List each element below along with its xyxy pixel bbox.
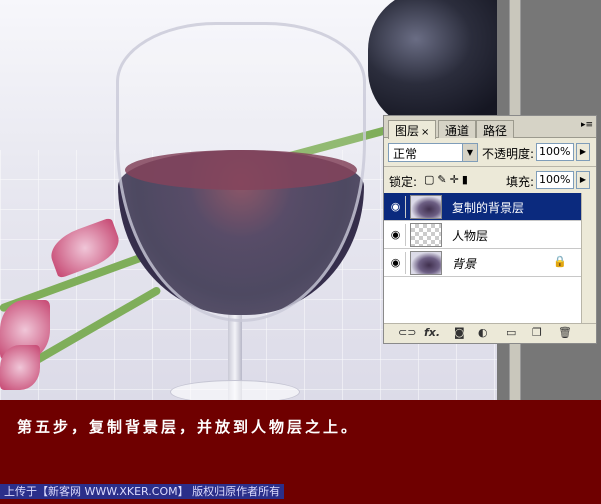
layer-thumbnail <box>410 195 442 219</box>
opacity-label: 不透明度: <box>482 147 535 161</box>
layer-thumbnail <box>410 251 442 275</box>
new-layer-icon[interactable]: ❐ <box>532 326 542 339</box>
adjustment-icon[interactable]: ◐ <box>478 326 488 339</box>
layer-row[interactable]: ◉ 背景 🔒 <box>384 249 581 277</box>
fx-icon[interactable]: fx. <box>424 326 440 339</box>
glass-foot <box>170 380 300 400</box>
layers-panel: 图层 × 通道 路径 ▸≡ 正常 ▼ 不透明度: 100% ▶ 锁定: ▢✎✛▮ … <box>383 115 597 344</box>
eye-icon[interactable]: ◉ <box>386 196 406 218</box>
layer-row[interactable]: ◉ 复制的背景层 <box>384 193 581 221</box>
tab-channels[interactable]: 通道 <box>438 120 477 138</box>
blend-mode-select[interactable]: 正常 ▼ <box>388 143 478 162</box>
layer-list-scrollbar[interactable] <box>581 193 596 323</box>
lock-options-icon[interactable]: ▢✎✛▮ <box>424 173 471 186</box>
fill-label: 填充: <box>506 175 535 189</box>
step-text: 第五步，复制背景层，并放到人物层之上。 <box>17 418 360 436</box>
eye-icon[interactable]: ◉ <box>386 252 406 274</box>
fill-arrow-icon[interactable]: ▶ <box>576 171 590 189</box>
wine-bottle <box>368 0 497 130</box>
lock-label: 锁定: <box>389 175 418 189</box>
layer-name: 复制的背景层 <box>452 201 525 215</box>
panel-menu-icon[interactable]: ▸≡ <box>581 120 593 130</box>
trash-icon[interactable]: 🗑 <box>558 326 572 339</box>
eye-icon[interactable]: ◉ <box>386 224 406 246</box>
opacity-field[interactable]: 100% <box>536 143 574 161</box>
tab-paths[interactable]: 路径 <box>476 120 515 138</box>
tab-layers[interactable]: 图层 × <box>388 120 437 139</box>
opacity-arrow-icon[interactable]: ▶ <box>576 143 590 161</box>
panel-footer: ⊂⊃ fx. ◙ ◐ ▭ ❐ 🗑 <box>384 323 596 343</box>
caption-bar: 第五步，复制背景层，并放到人物层之上。 上传于【新客网 WWW.XKER.COM… <box>0 400 601 504</box>
calla-lily <box>0 345 40 390</box>
layer-name: 人物层 <box>452 229 489 243</box>
panel-tab-bar: 图层 × 通道 路径 ▸≡ <box>384 116 596 139</box>
layer-row[interactable]: ◉ 人物层 <box>384 221 581 249</box>
divider <box>384 166 596 167</box>
folder-icon[interactable]: ▭ <box>506 326 516 339</box>
close-icon[interactable]: × <box>421 127 429 138</box>
fill-field[interactable]: 100% <box>536 171 574 189</box>
layer-name: 背景 <box>452 257 477 271</box>
mask-icon[interactable]: ◙ <box>454 326 465 339</box>
credit-text: 上传于【新客网 WWW.XKER.COM】 版权归原作者所有 <box>0 484 285 499</box>
lock-icon: 🔒 <box>553 255 567 268</box>
layer-thumbnail <box>410 223 442 247</box>
layer-list: ◉ 复制的背景层 ◉ 人物层 ◉ 背景 🔒 <box>384 193 581 323</box>
chevron-down-icon: ▼ <box>462 144 477 161</box>
link-icon[interactable]: ⊂⊃ <box>398 326 416 339</box>
